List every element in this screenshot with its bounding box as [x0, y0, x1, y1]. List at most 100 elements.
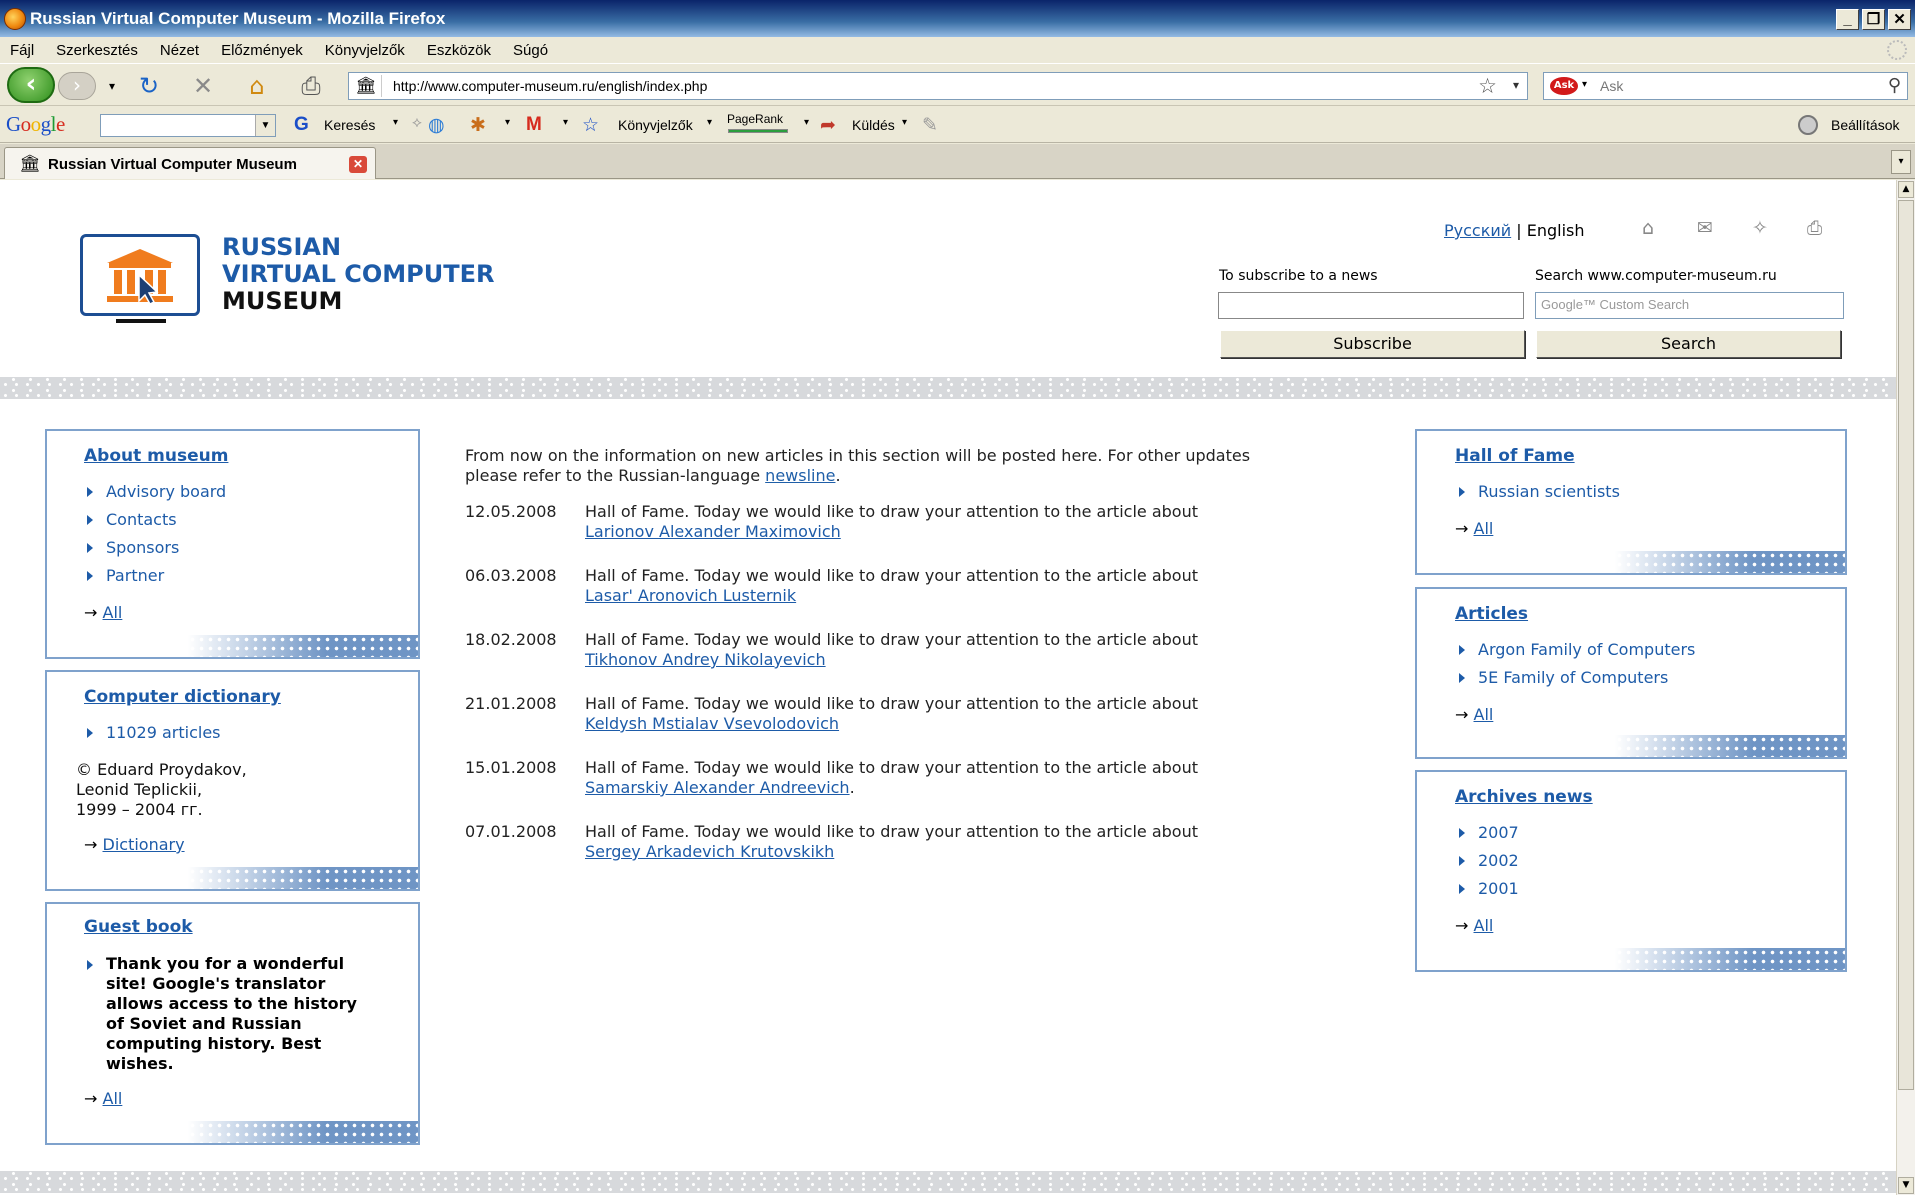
- search-dropdown-icon[interactable]: ▾: [393, 117, 398, 128]
- gmail-icon[interactable]: M: [526, 114, 542, 136]
- google-g-icon[interactable]: G: [294, 114, 309, 136]
- guest-quote[interactable]: Thank you for a wonderful site! Google's…: [106, 954, 357, 1074]
- google-search-dropdown-icon[interactable]: ▼: [255, 115, 275, 136]
- museum-logo[interactable]: [80, 234, 200, 316]
- archives-news-title[interactable]: Archives news: [1455, 787, 1593, 807]
- scroll-thumb[interactable]: [1898, 200, 1914, 1090]
- archives-item-2002[interactable]: 2002: [1478, 851, 1519, 870]
- scroll-down-icon[interactable]: ▼: [1898, 1177, 1914, 1194]
- url-text[interactable]: http://www.computer-museum.ru/english/in…: [393, 78, 707, 94]
- lang-russian-link[interactable]: Русский: [1444, 221, 1511, 240]
- minimize-button[interactable]: _: [1836, 9, 1859, 30]
- articles-all-link[interactable]: All: [1474, 705, 1494, 724]
- news-article-link[interactable]: Larionov Alexander Maximovich: [585, 522, 1198, 542]
- articles-item-argon[interactable]: Argon Family of Computers: [1478, 640, 1695, 659]
- menu-tools[interactable]: Eszközök: [427, 42, 491, 59]
- google-search-button[interactable]: Keresés: [324, 117, 375, 133]
- tab-close-icon[interactable]: ✕: [349, 156, 367, 173]
- restore-button[interactable]: ❐: [1862, 9, 1885, 30]
- popup-dropdown-icon[interactable]: ▾: [505, 117, 510, 128]
- bookmarks-dropdown-icon[interactable]: ▾: [707, 117, 712, 128]
- settings-button[interactable]: Beállítások: [1831, 117, 1899, 133]
- google-search-input[interactable]: ▼: [100, 114, 276, 137]
- bookmarks-star-icon[interactable]: ☆: [582, 114, 599, 137]
- home-page-icon[interactable]: ⌂: [1642, 217, 1654, 239]
- hall-item-russian-scientists[interactable]: Russian scientists: [1478, 482, 1620, 501]
- news-article-link[interactable]: Keldysh Mstialav Vsevolodovich: [585, 714, 1198, 734]
- about-item-advisory-board[interactable]: Advisory board: [106, 482, 226, 501]
- news-article-link[interactable]: Samarskiy Alexander Andreevich: [585, 778, 850, 797]
- menu-edit[interactable]: Szerkesztés: [56, 42, 138, 59]
- print-page-icon[interactable]: ⎙: [1807, 217, 1822, 239]
- museum-name[interactable]: RUSSIAN VIRTUAL COMPUTER MUSEUM: [222, 234, 494, 315]
- stop-icon[interactable]: ✕: [188, 72, 218, 100]
- guest-book-title[interactable]: Guest book: [84, 917, 193, 937]
- news-article-link[interactable]: Lasar' Aronovich Lusternik: [585, 586, 1198, 606]
- menu-view[interactable]: Nézet: [160, 42, 199, 59]
- home-icon[interactable]: ⌂: [242, 72, 272, 100]
- engine-dropdown-icon[interactable]: ▾: [1582, 79, 1587, 90]
- reload-icon[interactable]: ↻: [134, 72, 164, 100]
- url-dropdown-icon[interactable]: ▾: [1513, 78, 1519, 92]
- send-dropdown-icon[interactable]: ▾: [902, 117, 907, 128]
- google-bookmarks-button[interactable]: Könyvjelzők: [618, 117, 693, 133]
- settings-icon[interactable]: [1798, 115, 1818, 135]
- dictionary-title[interactable]: Computer dictionary: [84, 687, 281, 707]
- dictionary-articles-count[interactable]: 11029 articles: [106, 723, 221, 742]
- history-dropdown-icon[interactable]: ▾: [97, 72, 127, 100]
- guest-book-all-link[interactable]: All: [103, 1089, 123, 1108]
- browser-search-placeholder[interactable]: Ask: [1600, 78, 1623, 94]
- tab-active[interactable]: 🏛 Russian Virtual Computer Museum ✕: [4, 147, 376, 179]
- articles-title[interactable]: Articles: [1455, 604, 1528, 624]
- menu-help[interactable]: Súgó: [513, 42, 548, 59]
- menu-file[interactable]: Fájl: [10, 42, 34, 59]
- pencil-icon[interactable]: ✎: [922, 114, 938, 137]
- hall-of-fame-title[interactable]: Hall of Fame: [1455, 446, 1575, 466]
- forward-button[interactable]: ›: [58, 72, 96, 100]
- menu-bookmarks[interactable]: Könyvjelzők: [325, 42, 405, 59]
- popup-blocker-icon[interactable]: ✱: [470, 114, 486, 137]
- news-date: 06.03.2008: [465, 566, 557, 585]
- menu-history[interactable]: Előzmények: [221, 42, 303, 59]
- send-button[interactable]: Küldés: [852, 117, 895, 133]
- highlight-icon[interactable]: ⟡: [412, 114, 422, 131]
- gmail-dropdown-icon[interactable]: ▾: [563, 117, 568, 128]
- subscribe-button[interactable]: Subscribe: [1220, 330, 1525, 358]
- search-magnifier-icon[interactable]: ⚲: [1888, 75, 1901, 96]
- about-item-partner[interactable]: Partner: [106, 566, 164, 585]
- scroll-up-icon[interactable]: ▲: [1898, 181, 1914, 198]
- dictionary-link[interactable]: Dictionary: [103, 835, 185, 854]
- print-icon[interactable]: ⎙: [296, 72, 326, 100]
- url-bar[interactable]: 🏛 http://www.computer-museum.ru/english/…: [348, 72, 1528, 100]
- news-article-link[interactable]: Sergey Arkadevich Krutovskikh: [585, 842, 1198, 862]
- site-search-input[interactable]: Google™ Custom Search: [1535, 292, 1844, 319]
- subscribe-email-input[interactable]: [1218, 292, 1524, 319]
- about-museum-title[interactable]: About museum: [84, 446, 228, 466]
- about-all-link[interactable]: All: [103, 603, 123, 622]
- articles-item-5e[interactable]: 5E Family of Computers: [1478, 668, 1668, 687]
- vertical-scrollbar[interactable]: ▲ ▼: [1896, 180, 1915, 1195]
- send-icon[interactable]: ➦: [820, 114, 836, 137]
- archives-all-link[interactable]: All: [1474, 916, 1494, 935]
- header-divider-pattern: [0, 377, 1896, 399]
- ask-engine-icon[interactable]: Ask: [1550, 77, 1578, 95]
- about-item-contacts[interactable]: Contacts: [106, 510, 177, 529]
- google-logo[interactable]: Google: [6, 112, 65, 137]
- newsline-link[interactable]: newsline: [765, 466, 835, 485]
- globe-icon[interactable]: ◍: [428, 114, 445, 137]
- search-button[interactable]: Search: [1536, 330, 1841, 358]
- pagerank-dropdown-icon[interactable]: ▾: [804, 117, 809, 128]
- tab-list-button[interactable]: ▾: [1891, 150, 1911, 174]
- back-button[interactable]: ‹: [7, 67, 55, 103]
- browser-search-bar[interactable]: Ask ▾ Ask ⚲: [1543, 72, 1908, 100]
- close-window-button[interactable]: ✕: [1888, 9, 1911, 30]
- mail-icon[interactable]: ✉: [1697, 217, 1713, 239]
- tab-label[interactable]: Russian Virtual Computer Museum: [48, 156, 297, 173]
- sitemap-icon[interactable]: ✧: [1752, 217, 1768, 239]
- bookmark-star-icon[interactable]: ☆: [1478, 74, 1497, 98]
- about-item-sponsors[interactable]: Sponsors: [106, 538, 179, 557]
- archives-item-2001[interactable]: 2001: [1478, 879, 1519, 898]
- hall-all-link[interactable]: All: [1474, 519, 1494, 538]
- news-article-link[interactable]: Tikhonov Andrey Nikolayevich: [585, 650, 1198, 670]
- archives-item-2007[interactable]: 2007: [1478, 823, 1519, 842]
